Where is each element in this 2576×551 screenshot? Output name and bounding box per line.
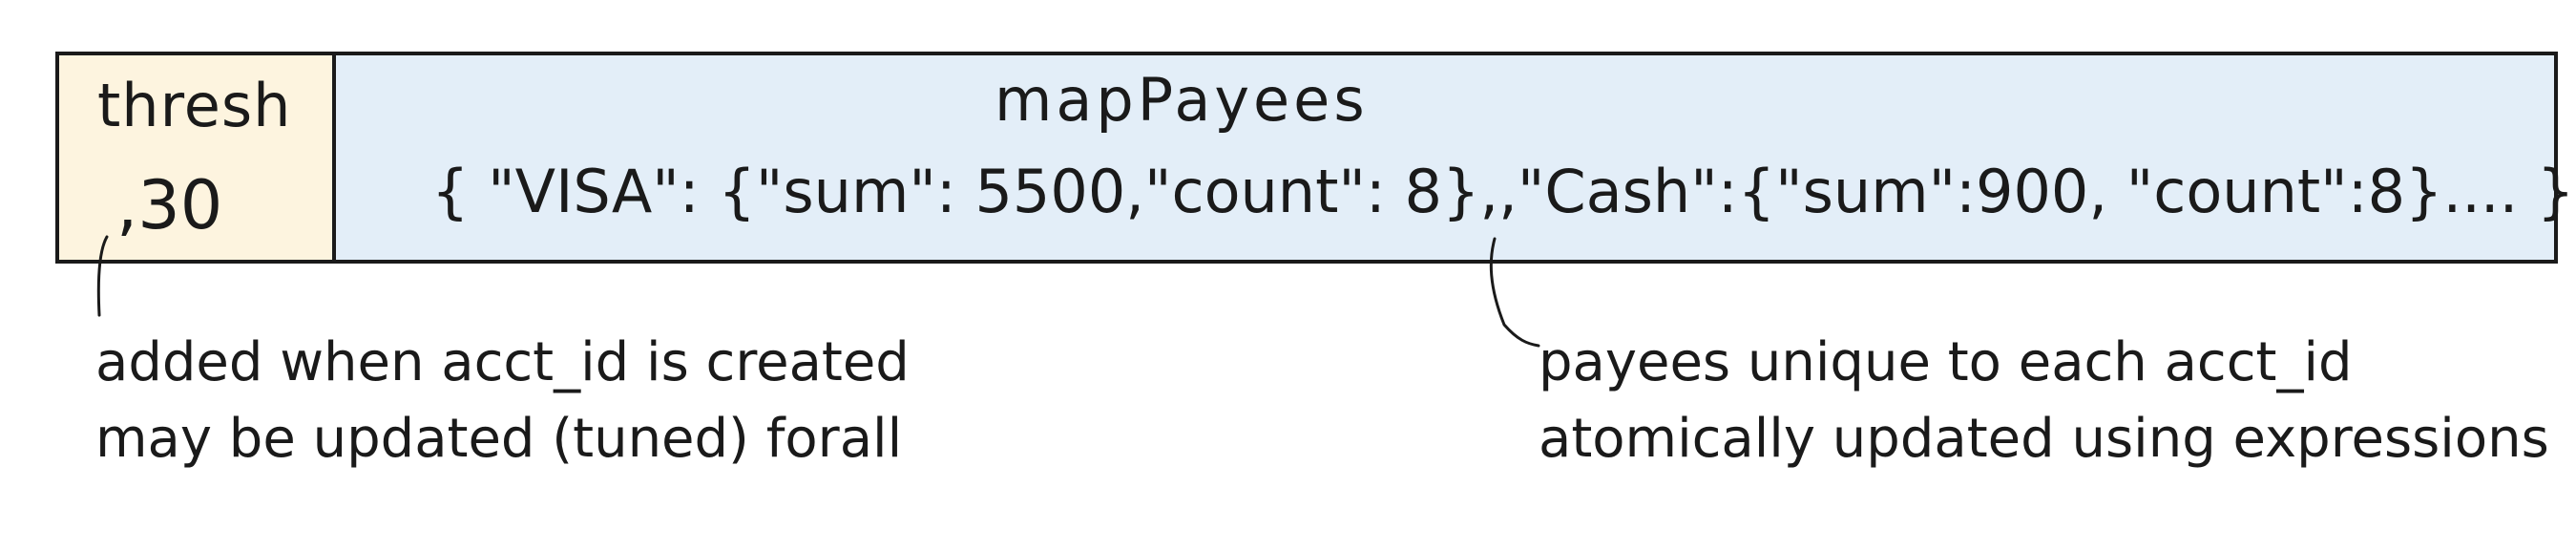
thresh-bin: thresh ,30: [59, 55, 336, 260]
thresh-annotation: added when acct_id is created may be upd…: [95, 325, 910, 477]
thresh-bin-value: ,30: [116, 166, 223, 244]
record-row: thresh ,30 mapPayees { "VISA": {"sum": 5…: [55, 52, 2574, 264]
map-payees-bin: mapPayees { "VISA": {"sum": 5500,"count"…: [336, 55, 2574, 260]
map-payees-bin-name: mapPayees: [995, 65, 1369, 135]
payees-annotation: payees unique to each acct_id atomically…: [1539, 325, 2549, 477]
payees-annotation-line1: payees unique to each acct_id: [1539, 331, 2353, 393]
thresh-bin-name: thresh: [97, 71, 292, 140]
thresh-annotation-line2: may be updated (tuned) forall: [95, 408, 903, 470]
payees-annotation-line2: atomically updated using expressions: [1539, 408, 2549, 470]
thresh-annotation-line1: added when acct_id is created: [95, 331, 910, 393]
map-payees-bin-value: { "VISA": {"sum": 5500,"count": 8},,"Cas…: [431, 157, 2575, 226]
